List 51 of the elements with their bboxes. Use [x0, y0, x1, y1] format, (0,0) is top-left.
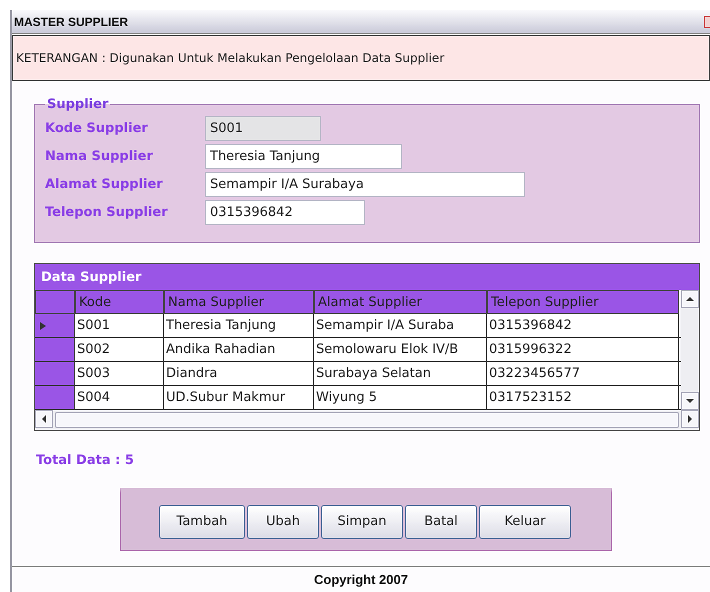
table-cell: UD.Subur Makmur: [164, 386, 314, 409]
table-cell: S004: [75, 386, 164, 409]
column-header[interactable]: Kode: [75, 290, 164, 314]
table-cell: 0315996322: [487, 338, 679, 361]
row-header[interactable]: [35, 338, 75, 361]
table-cell: Wiyung 5: [314, 386, 487, 409]
table-cell: Semampir I/A Suraba: [314, 314, 487, 337]
action-button[interactable]: Ubah: [247, 504, 319, 538]
table-cell: Diandra: [164, 362, 314, 385]
field-label: Nama Supplier: [45, 148, 154, 164]
close-icon[interactable]: [704, 16, 710, 28]
action-button[interactable]: Simpan: [321, 504, 403, 538]
column-header[interactable]: Telepon Supplier: [487, 290, 679, 314]
total-count: Total Data : 5: [36, 453, 135, 468]
horizontal-scrollbar[interactable]: [35, 410, 699, 430]
table-cell: Theresia Tanjung: [164, 314, 314, 337]
description-text: KETERANGAN : Digunakan Untuk Melakukan Pengelolaan Data Supplier: [12, 35, 710, 81]
row-header[interactable]: [35, 386, 75, 409]
action-button[interactable]: Tambah: [159, 504, 245, 538]
vertical-scrollbar[interactable]: [681, 290, 699, 410]
input-field[interactable]: Semampir I/A Surabaya: [205, 172, 525, 196]
column-header[interactable]: Alamat Supplier: [314, 290, 487, 314]
field-label: Alamat Supplier: [45, 176, 164, 192]
table-cell: Andika Rahadian: [164, 338, 314, 361]
scroll-right-icon: [686, 415, 694, 423]
table-cell: S002: [75, 338, 164, 361]
scroll-left-icon: [40, 415, 48, 423]
scroll-down-icon: [686, 397, 694, 405]
scroll-up-icon: [686, 295, 694, 303]
field-label: Kode Supplier: [45, 120, 149, 136]
field-label: Telepon Supplier: [45, 204, 169, 220]
input-field[interactable]: 0315396842: [205, 200, 365, 224]
table-cell: 0315396842: [487, 314, 679, 337]
action-button[interactable]: Keluar: [479, 504, 571, 538]
input-field[interactable]: Theresia Tanjung: [205, 144, 402, 168]
row-header[interactable]: [35, 362, 75, 385]
table-cell: S003: [75, 362, 164, 385]
row-pointer-icon: [39, 322, 47, 330]
column-header[interactable]: Nama Supplier: [164, 290, 314, 314]
corner-cell: [35, 290, 75, 314]
table-cell: S001: [75, 314, 164, 337]
action-button[interactable]: Batal: [405, 504, 477, 538]
group-title: Supplier: [46, 97, 110, 112]
table-cell: Surabaya Selatan: [314, 362, 487, 385]
table-cell: 0317523152: [487, 386, 679, 409]
table-cell: 03223456577: [487, 362, 679, 385]
window-title: MASTER SUPPLIER: [14, 14, 128, 28]
row-header[interactable]: [35, 314, 75, 337]
copyright-text: Copyright 2007: [314, 572, 408, 587]
grid-title: Data Supplier: [35, 264, 699, 290]
table-cell: Semolowaru Elok IV/B: [314, 338, 487, 361]
